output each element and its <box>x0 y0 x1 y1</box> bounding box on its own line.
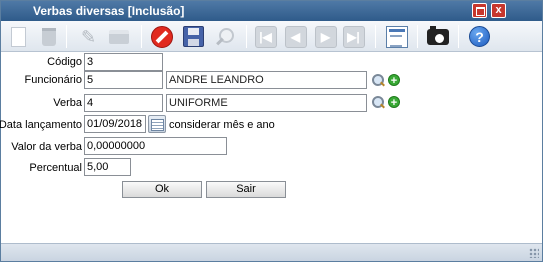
delete-button[interactable] <box>36 24 61 49</box>
status-bar <box>1 243 542 261</box>
dialog-window: Verbas diversas [Inclusão] x ✎ |◀ ◀ ▶ ▶|… <box>0 0 543 262</box>
verba-form: Código 3 Funcionário 5 ANDRE LEANDRO + V… <box>0 52 542 243</box>
last-record-button[interactable]: ▶| <box>341 24 366 49</box>
toolbar-separator <box>246 25 247 48</box>
toolbar: ✎ |◀ ◀ ▶ ▶| ? <box>1 21 542 52</box>
funcionario-name-field: ANDRE LEANDRO <box>166 71 367 89</box>
data-lancamento-note: considerar mês e ano <box>169 119 275 131</box>
trash-icon <box>41 27 56 46</box>
title-bar[interactable]: Verbas diversas [Inclusão] x <box>1 1 542 21</box>
verba-label: Verba <box>53 97 82 109</box>
resize-grip[interactable] <box>529 248 539 258</box>
maximize-button[interactable] <box>472 3 487 18</box>
funcionario-search-icon[interactable] <box>372 74 385 87</box>
close-button[interactable]: x <box>491 3 506 18</box>
valor-verba-label: Valor da verba <box>11 141 82 153</box>
verba-name-field: UNIFORME <box>166 94 367 112</box>
funcionario-add-icon[interactable]: + <box>388 74 400 87</box>
print-button[interactable] <box>106 24 131 49</box>
verba-add-icon[interactable]: + <box>388 96 400 109</box>
verba-code-field[interactable]: 4 <box>84 94 163 112</box>
funcionario-code-field[interactable]: 5 <box>84 71 163 89</box>
report-icon <box>385 25 408 48</box>
help-button[interactable]: ? <box>467 24 492 49</box>
window-title: Verbas diversas [Inclusão] <box>33 4 185 18</box>
first-record-button[interactable]: |◀ <box>253 24 278 49</box>
last-record-icon: ▶| <box>342 25 365 48</box>
toolbar-separator <box>141 25 142 48</box>
data-lancamento-label: Data lançamento <box>0 119 82 131</box>
valor-verba-field[interactable]: 0,00000000 <box>84 137 227 155</box>
percentual-label: Percentual <box>29 162 82 174</box>
cancel-button[interactable] <box>149 24 174 49</box>
toolbar-separator <box>66 25 67 48</box>
printer-icon <box>108 29 129 44</box>
new-document-button[interactable] <box>6 24 31 49</box>
camera-button[interactable] <box>425 24 450 49</box>
next-record-button[interactable]: ▶ <box>313 24 338 49</box>
new-document-icon <box>11 26 26 47</box>
toolbar-separator <box>375 25 376 48</box>
funcionario-label: Funcionário <box>24 74 82 86</box>
codigo-label: Código <box>47 56 82 68</box>
sair-button[interactable]: Sair <box>206 181 286 198</box>
save-icon <box>183 26 204 47</box>
calendar-icon[interactable] <box>148 115 166 133</box>
edit-icon: ✎ <box>80 26 97 47</box>
camera-icon <box>426 25 449 45</box>
ok-button[interactable]: Ok <box>122 181 202 198</box>
data-lancamento-field[interactable]: 01/09/2018 <box>84 115 146 133</box>
search-icon <box>214 27 234 47</box>
help-icon: ? <box>469 26 490 47</box>
toolbar-separator <box>417 25 418 48</box>
toolbar-separator <box>458 25 459 48</box>
next-record-icon: ▶ <box>314 25 337 48</box>
verba-search-icon[interactable] <box>372 96 385 109</box>
save-button[interactable] <box>181 24 206 49</box>
previous-record-icon: ◀ <box>284 25 307 48</box>
search-button[interactable] <box>211 24 236 49</box>
cancel-icon <box>150 25 173 48</box>
codigo-field[interactable]: 3 <box>84 53 163 71</box>
edit-button[interactable]: ✎ <box>76 24 101 49</box>
first-record-icon: |◀ <box>254 25 277 48</box>
report-button[interactable] <box>384 24 409 49</box>
percentual-field[interactable]: 5,00 <box>84 158 131 176</box>
previous-record-button[interactable]: ◀ <box>283 24 308 49</box>
